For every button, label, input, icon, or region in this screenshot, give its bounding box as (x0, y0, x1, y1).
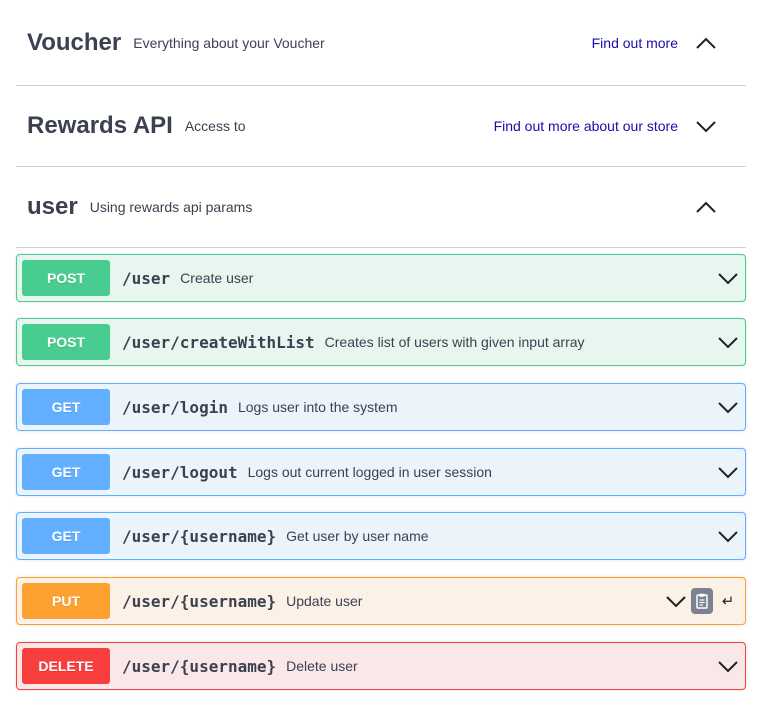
method-badge: POST (22, 260, 110, 296)
operation-actions: ↵ (665, 588, 745, 614)
operation-summary: Update user (286, 593, 363, 609)
tag-actions: Find out more about our store (494, 114, 746, 138)
chevron-up-icon[interactable] (692, 31, 720, 55)
chevron-down-icon[interactable] (717, 400, 739, 414)
operation-delete-user-by-username[interactable]: DELETE /user/{username} Delete user (16, 642, 746, 690)
operation-actions (717, 271, 745, 285)
operation-actions (717, 659, 745, 673)
operation-actions (717, 335, 745, 349)
operation-path: /user/{username} (122, 656, 277, 676)
operation-path: /user/login (122, 397, 228, 417)
method-badge: GET (22, 454, 110, 490)
operation-summary: Logs user into the system (237, 399, 398, 415)
operation-get-user-logout[interactable]: GET /user/logout Logs out current logged… (16, 448, 746, 496)
tag-actions (678, 195, 746, 219)
operation-path: /user/createWithList (122, 332, 315, 352)
operation-put-user-by-username[interactable]: PUT /user/{username} Update user ↵ (16, 577, 746, 625)
tag-title: Voucher (27, 28, 122, 56)
method-badge: POST (22, 324, 110, 360)
operation-path: /user/{username} (122, 526, 277, 546)
method-badge: GET (22, 389, 110, 425)
chevron-down-icon[interactable] (692, 114, 720, 138)
method-badge: DELETE (22, 648, 110, 684)
chevron-down-icon[interactable] (717, 529, 739, 543)
operation-path: /user/logout (122, 462, 238, 482)
operation-summary: Creates list of users with given input a… (324, 334, 585, 350)
tag-description: Using rewards api params (89, 199, 253, 215)
chevron-down-icon[interactable] (665, 594, 687, 608)
method-badge: GET (22, 518, 110, 554)
chevron-up-icon[interactable] (692, 195, 720, 219)
operation-summary: Create user (180, 270, 254, 286)
tag-user[interactable]: user Using rewards api params (16, 167, 746, 248)
chevron-down-icon[interactable] (717, 659, 739, 673)
operation-actions (717, 400, 745, 414)
tag-description: Everything about your Voucher (133, 34, 325, 51)
operation-post-user[interactable]: POST /user Create user (16, 254, 746, 302)
operation-actions (717, 465, 745, 479)
operation-summary: Get user by user name (286, 528, 429, 544)
tag-actions: Find out more (592, 31, 746, 55)
find-out-more-store-link[interactable]: Find out more about our store (494, 118, 678, 134)
operation-path: /user (122, 268, 171, 288)
operation-summary: Logs out current logged in user session (247, 464, 492, 480)
tag-title: Rewards API (27, 112, 173, 139)
tag-rewards-api[interactable]: Rewards API Access to Find out more abou… (16, 86, 746, 167)
operation-path: /user/{username} (122, 591, 277, 611)
find-out-more-link[interactable]: Find out more (592, 35, 678, 51)
swagger-ui: Voucher Everything about your Voucher Fi… (0, 0, 765, 703)
operation-summary: Delete user (286, 658, 358, 674)
operation-get-user-by-username[interactable]: GET /user/{username} Get user by user na… (16, 512, 746, 560)
tag-description: Access to (184, 118, 246, 134)
operation-post-user-create-with-list[interactable]: POST /user/createWithList Creates list o… (16, 318, 746, 366)
tag-voucher[interactable]: Voucher Everything about your Voucher Fi… (16, 0, 746, 86)
chevron-down-icon[interactable] (717, 335, 739, 349)
tag-title: user (27, 193, 78, 220)
enter-return-icon: ↵ (721, 593, 735, 610)
method-badge: PUT (22, 583, 110, 619)
operation-actions (717, 529, 745, 543)
chevron-down-icon[interactable] (717, 465, 739, 479)
operation-get-user-login[interactable]: GET /user/login Logs user into the syste… (16, 383, 746, 431)
chevron-down-icon[interactable] (717, 271, 739, 285)
copy-to-clipboard-icon[interactable] (691, 588, 713, 614)
